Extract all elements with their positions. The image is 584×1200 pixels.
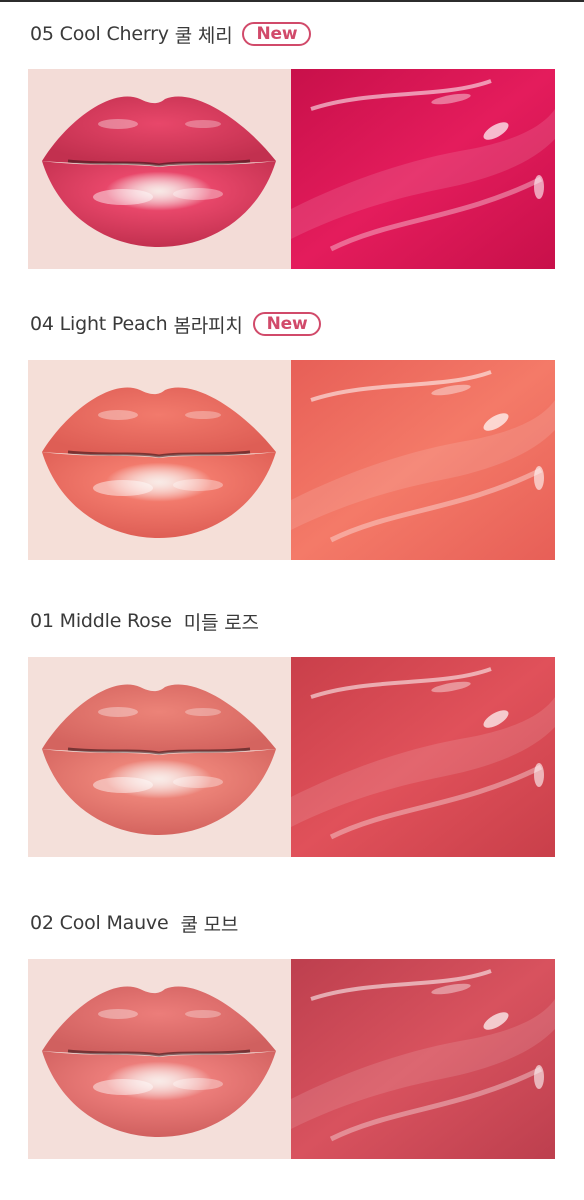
shade-photos — [28, 657, 555, 857]
lip-photo — [28, 657, 291, 857]
shade-code: 02 — [30, 912, 54, 934]
new-badge: New — [252, 312, 322, 336]
shade-code: 05 — [30, 23, 54, 45]
shade-name-korean: 미들 로즈 — [183, 611, 259, 634]
texture-swatch — [291, 69, 555, 269]
shade-code: 01 — [30, 610, 54, 632]
texture-swatch — [291, 360, 555, 560]
lip-photo — [28, 959, 291, 1159]
shade-name: Middle Rose — [59, 610, 172, 632]
shade-name: Light Peach — [59, 313, 168, 335]
shade-title: 05 Cool Cherry 쿨 체리 New — [30, 19, 312, 49]
shade-photos — [28, 959, 555, 1159]
texture-swatch — [291, 657, 555, 857]
shade-code: 04 — [30, 313, 54, 335]
shade-photos — [28, 360, 555, 560]
shade-title: 02 Cool Mauve 쿨 모브 — [30, 908, 238, 938]
shade-name-korean: 봄라피치 — [173, 314, 243, 337]
shade-photos — [28, 69, 555, 269]
shade-name-korean: 쿨 체리 — [174, 24, 233, 47]
shade-name: Cool Mauve — [59, 912, 169, 934]
shade-name-korean: 쿨 모브 — [180, 913, 239, 936]
texture-swatch — [291, 959, 555, 1159]
new-badge: New — [242, 22, 312, 46]
shade-name: Cool Cherry — [59, 23, 169, 45]
top-divider — [0, 0, 584, 2]
shade-title: 04 Light Peach 봄라피치 New — [30, 309, 322, 339]
shade-title: 01 Middle Rose 미들 로즈 — [30, 606, 259, 636]
lip-photo — [28, 360, 291, 560]
lip-photo — [28, 69, 291, 269]
